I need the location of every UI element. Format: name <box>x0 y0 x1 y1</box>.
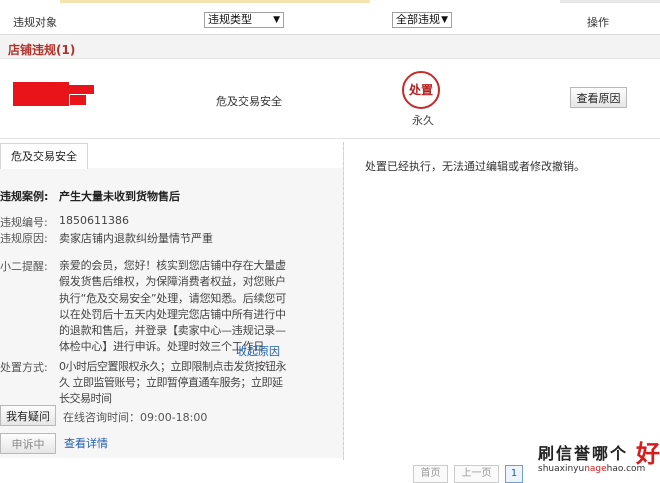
execution-note: 处置已经执行，无法通过编辑或者修改撤销。 <box>365 160 585 173</box>
appeal-status-button[interactable]: 申诉中 <box>0 433 56 454</box>
violation-reason-label: 违规原因: <box>0 232 48 245</box>
watermark-url: shuaxinyunagehao.com <box>538 464 646 474</box>
violation-reason-value: 卖家店铺内退款纠纷量情节严重 <box>59 232 213 245</box>
pager-prev[interactable]: 上一页 <box>454 465 499 483</box>
watermark-text: 刷信誉哪个 <box>538 444 629 463</box>
violation-type-value: 违规类型 <box>208 13 252 26</box>
view-reason-button[interactable]: 查看原因 <box>570 87 627 108</box>
tab-endanger-trade[interactable]: 危及交易安全 <box>0 143 88 169</box>
case-value: 产生大量未收到货物售后 <box>59 190 180 203</box>
case-label: 违规案例: <box>0 190 49 203</box>
reminder-label: 小二提醒: <box>0 260 48 273</box>
top-gray-strip <box>560 0 660 3</box>
violation-type-text: 危及交易安全 <box>216 95 282 108</box>
violation-status-select[interactable]: 全部违规 ▼ <box>392 12 452 28</box>
pager-first[interactable]: 首页 <box>413 465 448 483</box>
consult-time: 在线咨询时间：09:00-18:00 <box>63 411 208 424</box>
view-detail-link[interactable]: 查看详情 <box>64 435 108 451</box>
reminder-text: 亲爱的会员，您好！核实到您店铺中存在大量虚假发货售后维权，为保障消费者权益，对您… <box>59 259 286 354</box>
penalty-stamp: 处置 <box>402 71 440 109</box>
penalty-duration: 永久 <box>412 114 434 127</box>
row-divider <box>0 138 660 139</box>
violation-number-value: 1850611386 <box>59 214 129 227</box>
site-watermark: 刷信誉哪个 好 shuaxinyunagehao.com <box>532 436 660 483</box>
violation-status-value: 全部违规 <box>396 13 440 26</box>
action-text: 0小时后空置限权永久；立即限制点击发货按钮永久 立即监管账号；立即暂停直通车服务… <box>59 360 287 405</box>
dropdown-arrow-icon: ▼ <box>273 15 280 25</box>
col-violation-target: 违规对象 <box>13 16 57 29</box>
panel-divider <box>343 142 344 460</box>
action-label: 处置方式: <box>0 361 48 374</box>
col-action: 操作 <box>587 16 609 29</box>
violation-type-select[interactable]: 违规类型 ▼ <box>204 12 284 28</box>
dropdown-arrow-icon: ▼ <box>441 15 448 25</box>
collapse-reason-link[interactable]: 收起原因 <box>236 343 280 359</box>
question-button[interactable]: 我有疑问 <box>0 405 56 426</box>
violation-number-label: 违规编号: <box>0 216 48 229</box>
section-title: 店铺违规(1) <box>8 43 76 57</box>
top-highlight-strip <box>60 0 370 3</box>
section-title-bar: 店铺违规(1) <box>0 34 660 59</box>
pager-current[interactable]: 1 <box>505 465 523 483</box>
filter-header: 违规对象 违规类型 ▼ 全部违规 ▼ 操作 <box>0 8 660 30</box>
